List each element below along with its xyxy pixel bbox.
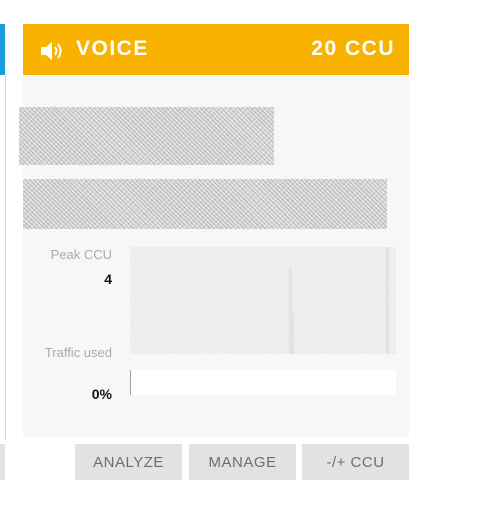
peak-ccu-chart [130,247,396,354]
adjust-ccu-button[interactable]: -/+ CCU [302,444,409,480]
card-title: VOICE [76,37,149,60]
adjacent-card-accent [0,24,5,75]
speaker-icon [41,42,62,60]
analyze-button[interactable]: ANALYZE [75,444,182,480]
peak-ccu-bar [386,247,389,354]
traffic-used-bar [130,370,396,395]
redacted-server-address [23,179,387,229]
voice-server-card: VOICE 20 CCU Peak CCU 4 Traffic used 0% [19,24,409,437]
adjacent-card-border [5,75,6,440]
redacted-server-name [19,107,274,165]
peak-ccu-bar [292,314,294,354]
adjacent-card-button[interactable] [0,444,5,480]
peak-ccu-value: 4 [104,271,112,287]
manage-button[interactable]: MANAGE [189,444,296,480]
traffic-used-label: Traffic used [44,345,112,360]
peak-ccu-label: Peak CCU [50,247,112,262]
traffic-used-value: 0% [91,386,112,402]
ccu-badge: 20 CCU [311,37,395,60]
card-header: VOICE 20 CCU [23,24,409,75]
